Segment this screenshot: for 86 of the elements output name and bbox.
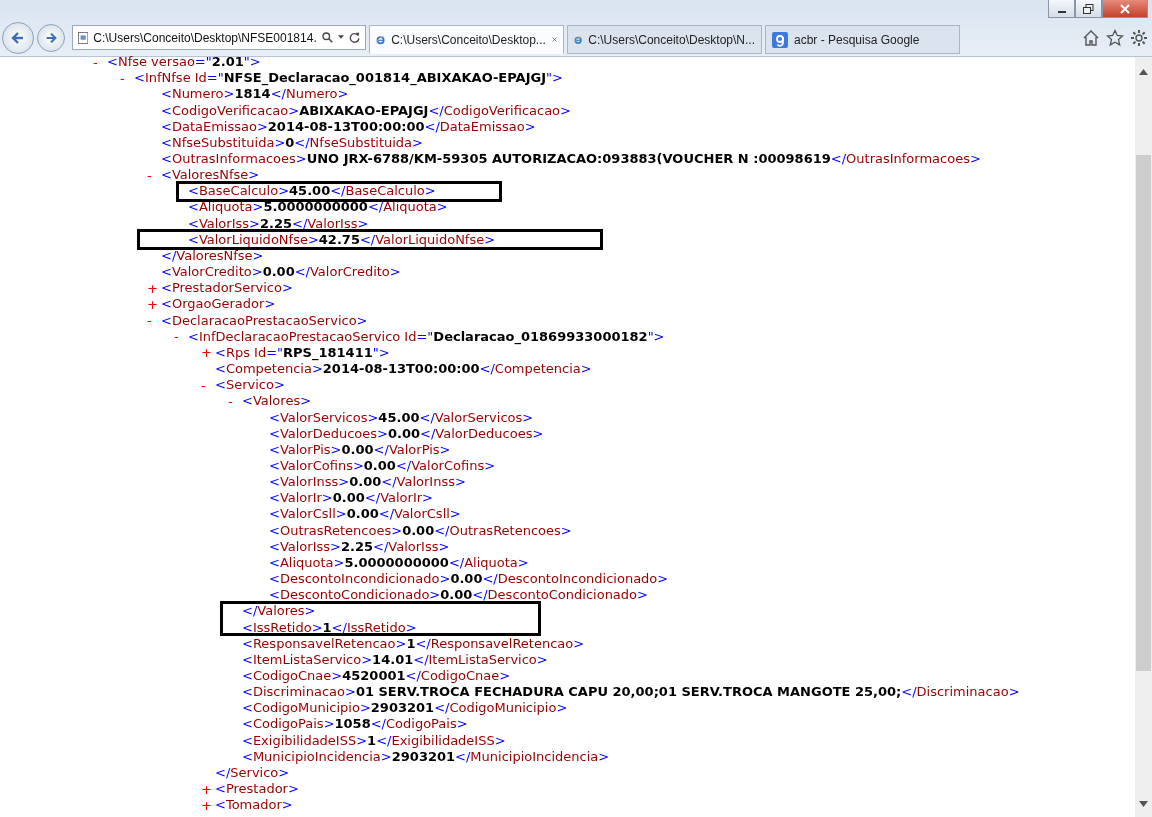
xml-line: <Valores> (242, 395, 312, 408)
xml-line: <OutrasInformacoes>UNO JRX-6788/KM-59305 AUTORIZACAO:093883(VOUCHER N :00098619</OutrasInformacoes> (161, 153, 981, 165)
tree-toggle[interactable]: - (201, 377, 215, 393)
scroll-thumb[interactable] (1136, 155, 1151, 671)
scroll-down-icon[interactable] (1139, 801, 1148, 807)
xml-line: <ValorIr>0.00</ValorIr> (269, 492, 433, 505)
xml-line: <Servico> (215, 379, 285, 392)
xml-line: </Valores> (242, 605, 316, 618)
xml-line: <ValorCredito>0.00</ValorCredito> (161, 266, 401, 279)
xml-line: <CodigoCnae>4520001</CodigoCnae> (242, 670, 511, 682)
xml-line: <DescontoIncondicionado>0.00</DescontoIncondicionado> (269, 573, 669, 586)
xml-line: <Tomador> (215, 799, 293, 812)
xml-line: <Rps Id="RPS_181411"> (215, 346, 390, 359)
xml-line: <PrestadorServico> (161, 282, 293, 295)
xml-line: <OrgaoGerador> (161, 298, 276, 311)
xml-line: <Numero>1814</Numero> (161, 88, 349, 101)
scroll-up-icon[interactable] (1139, 69, 1148, 75)
browser-tab[interactable]: C:\Users\Conceito\Desktop... (369, 25, 564, 54)
xml-line: <InfNfse Id="NFSE_Declaracao_001814_ABIXAKAO-EPAJGJ"> (134, 72, 563, 85)
xml-line: <DescontoCondicionado>0.00</DescontoCondicionado> (269, 589, 648, 602)
xml-line: <ValorLiquidoNfse>42.75</ValorLiquidoNfse> (188, 233, 496, 246)
xml-line: <InfDeclaracaoPrestacaoServico Id="Declaracao_01869933000182"> (188, 330, 665, 343)
tree-toggle[interactable]: - (120, 70, 134, 86)
browser-tab[interactable]: C:\Users\Conceito\Desktop\N... (567, 25, 762, 54)
forward-arrow-icon (44, 30, 58, 45)
minimize-button[interactable] (1048, 0, 1075, 18)
xml-line: <Prestador> (215, 783, 299, 796)
xml-line: <CodigoPais>1058</CodigoPais> (242, 718, 468, 731)
xml-line: <NfseSubstituida>0</NfseSubstituida> (161, 136, 423, 149)
xml-line: <ValorIss>2.25</ValorIss> (269, 540, 450, 553)
close-button[interactable] (1102, 0, 1148, 18)
xml-line: <ValorCofins>0.00</ValorCofins> (269, 460, 496, 472)
xml-line: <ValorPis>0.00</ValorPis> (269, 443, 451, 456)
star-icon[interactable] (1106, 28, 1124, 47)
scrollbar[interactable] (1135, 57, 1152, 817)
xml-line: <MunicipioIncidencia>2903201</MunicipioIncidencia> (242, 750, 610, 763)
xml-line: <BaseCalculo>45.00</BaseCalculo> (188, 185, 436, 198)
forward-button[interactable] (37, 23, 65, 52)
restore-icon (1083, 3, 1094, 14)
xml-line: <ValoresNfse> (161, 169, 260, 182)
tree-toggle[interactable]: - (93, 54, 107, 70)
xml-line: <CodigoVerificacao>ABIXAKAO-EPAJGJ</CodigoVerificacao> (161, 104, 571, 117)
xml-line: <CodigoMunicipio>2903201</CodigoMunicipio> (242, 702, 568, 715)
page-icon (78, 30, 89, 45)
tree-toggle[interactable]: - (228, 393, 242, 409)
home-icon[interactable] (1082, 28, 1100, 47)
close-icon[interactable] (551, 35, 557, 44)
xml-line: <IssRetido>1</IssRetido> (242, 621, 417, 634)
xml-line: </Servico> (215, 766, 290, 779)
back-button[interactable] (2, 21, 34, 54)
settings-icon[interactable] (1130, 28, 1148, 47)
xml-line: <Competencia>2014-08-13T00:00:00</Competencia> (215, 363, 592, 376)
close-icon (1120, 3, 1130, 14)
tree-toggle[interactable]: + (201, 781, 215, 797)
tree-toggle[interactable]: - (147, 313, 161, 329)
tree-toggle[interactable]: - (147, 167, 161, 183)
xml-line: <Aliquota>5.0000000000</Aliquota> (269, 556, 529, 569)
xml-line: <ValorDeducoes>0.00</ValorDeducoes> (269, 427, 544, 440)
xml-line: <Discriminacao>01 SERV.TROCA FECHADURA CAPU 20,00;01 SERV.TROCA MANGOTE 25,00;</Discriminacao> (242, 686, 1020, 699)
tree-toggle[interactable]: + (201, 797, 215, 813)
xml-line: <ValorServicos>45.00</ValorServicos> (269, 411, 534, 424)
xml-line: <ResponsavelRetencao>1</ResponsavelRetencao> (242, 637, 585, 650)
xml-line: <DeclaracaoPrestacaoServico> (161, 314, 368, 327)
xml-line: <ValorIss>2.25</ValorIss> (188, 217, 369, 230)
xml-line: <Nfse versao="2.01"> (107, 56, 261, 69)
caret-icon[interactable] (337, 35, 344, 40)
search-icon[interactable] (321, 31, 333, 44)
tree-toggle[interactable]: - (174, 329, 188, 345)
back-arrow-icon (10, 29, 26, 46)
xml-line: <ValorCsll>0.00</ValorCsll> (269, 508, 461, 521)
xml-line: <Aliquota>5.0000000000</Aliquota> (188, 201, 448, 214)
minimize-icon (1057, 10, 1066, 13)
address-field[interactable]: C:\Users\Conceito\Desktop\NFSE001814. (72, 25, 366, 50)
xml-line: <ValorInss>0.00</ValorInss> (269, 476, 466, 489)
refresh-icon[interactable] (348, 31, 360, 44)
tree-toggle[interactable]: + (147, 296, 161, 312)
tree-toggle[interactable]: + (201, 345, 215, 361)
browser-tab[interactable]: acbr - Pesquisa Google (765, 25, 960, 54)
restore-button[interactable] (1075, 0, 1102, 18)
xml-line: <ExigibilidadeISS>1</ExigibilidadeISS> (242, 734, 506, 747)
search-logo-icon (772, 31, 788, 48)
xml-line: <DataEmissao>2014-08-13T00:00:00</DataEmissao> (161, 120, 536, 133)
xml-line: <ItemListaServico>14.01</ItemListaServico> (242, 653, 548, 666)
xml-line: <OutrasRetencoes>0.00</OutrasRetencoes> (269, 524, 572, 537)
xml-line: </ValoresNfse> (161, 249, 264, 262)
tree-toggle[interactable]: + (147, 280, 161, 296)
